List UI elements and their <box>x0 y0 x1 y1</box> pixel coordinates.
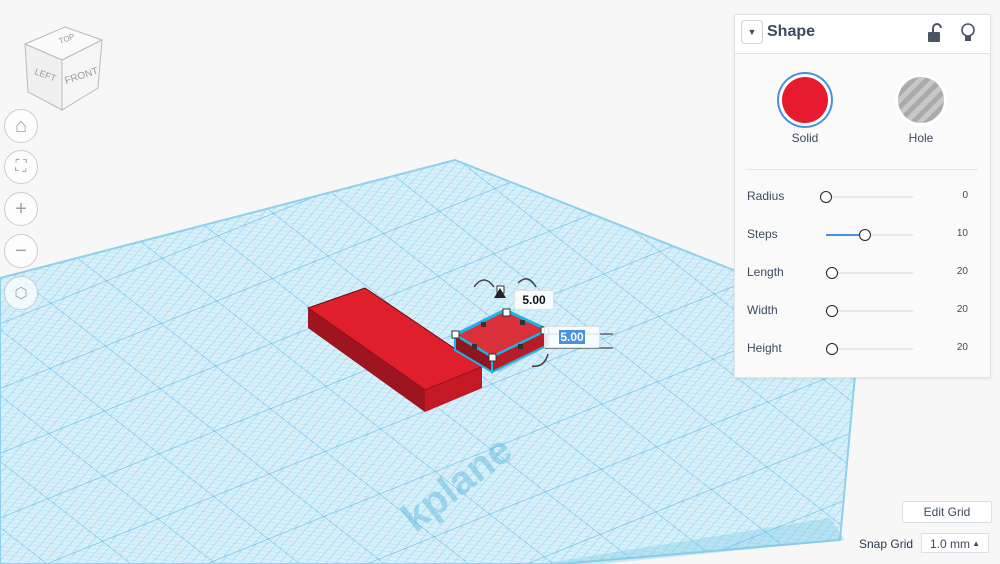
param-label: Steps <box>747 227 778 241</box>
slider-knob[interactable] <box>826 267 839 279</box>
param-label: Length <box>747 265 784 279</box>
lightbulb-icon[interactable] <box>959 23 977 43</box>
zoom-in-button[interactable]: + <box>4 192 38 226</box>
zoom-out-button[interactable]: − <box>4 234 38 268</box>
caret-down-icon: ▼ <box>747 27 757 37</box>
slider-knob[interactable] <box>820 191 832 203</box>
param-value[interactable]: 10 <box>957 228 968 239</box>
param-row-length: Length 20 <box>747 263 968 283</box>
param-label: Height <box>747 341 782 355</box>
cube-icon: ⬡ <box>14 285 28 302</box>
param-slider[interactable] <box>820 191 913 203</box>
param-label: Width <box>747 303 778 317</box>
collapse-panel-button[interactable]: ▼ <box>741 20 763 44</box>
fit-view-button[interactable]: ⛶ <box>4 150 38 184</box>
home-view-button[interactable]: ⌂ <box>4 109 38 143</box>
solid-button[interactable]: Solid <box>770 71 840 145</box>
param-value[interactable]: 20 <box>957 342 968 353</box>
param-label: Radius <box>747 189 785 203</box>
slider-knob[interactable] <box>826 343 839 355</box>
caret-up-icon: ▲ <box>972 539 980 548</box>
slider-knob[interactable] <box>826 305 839 317</box>
panel-title: Shape <box>767 23 816 40</box>
shape-panel: ▼ Shape Solid Hole Radius 0 Steps 10 Lengt… <box>734 14 991 378</box>
param-value[interactable]: 20 <box>957 266 968 277</box>
snap-grid-select[interactable]: 1.0 mm ▲ <box>921 533 989 553</box>
snap-grid-value: 1.0 mm <box>930 537 971 551</box>
param-row-radius: Radius 0 <box>747 187 968 207</box>
snap-grid-label: Snap Grid <box>859 537 914 551</box>
param-slider[interactable] <box>826 229 913 241</box>
param-row-steps: Steps 10 <box>747 225 968 245</box>
elevation-value: 5.00 <box>559 330 585 344</box>
fit-view-icon: ⛶ <box>15 158 27 175</box>
solid-swatch <box>782 77 828 123</box>
minus-icon: − <box>15 239 27 262</box>
home-icon: ⌂ <box>14 114 28 137</box>
hole-button[interactable]: Hole <box>886 71 956 145</box>
param-value[interactable]: 0 <box>962 190 968 201</box>
plus-icon: + <box>15 197 27 220</box>
height-dimension-input[interactable]: 5.00 <box>514 290 554 310</box>
unlock-icon[interactable] <box>927 23 945 43</box>
hole-label: Hole <box>908 131 934 145</box>
panel-divider <box>747 169 978 170</box>
edit-grid-button[interactable]: Edit Grid <box>902 501 992 523</box>
param-slider[interactable] <box>826 343 913 355</box>
param-value[interactable]: 20 <box>957 304 968 315</box>
param-row-width: Width 20 <box>747 301 968 321</box>
param-slider[interactable] <box>826 305 913 317</box>
param-row-height: Height 20 <box>747 339 968 359</box>
elevation-dimension-input[interactable]: 5.00 <box>544 326 600 348</box>
slider-knob[interactable] <box>859 229 872 241</box>
param-slider[interactable] <box>826 267 913 279</box>
hole-swatch <box>898 77 944 123</box>
perspective-toggle-button[interactable]: ⬡ <box>4 276 38 310</box>
solid-label: Solid <box>791 131 819 145</box>
view-cube[interactable]: TOP LEFT FRONT <box>20 22 110 114</box>
